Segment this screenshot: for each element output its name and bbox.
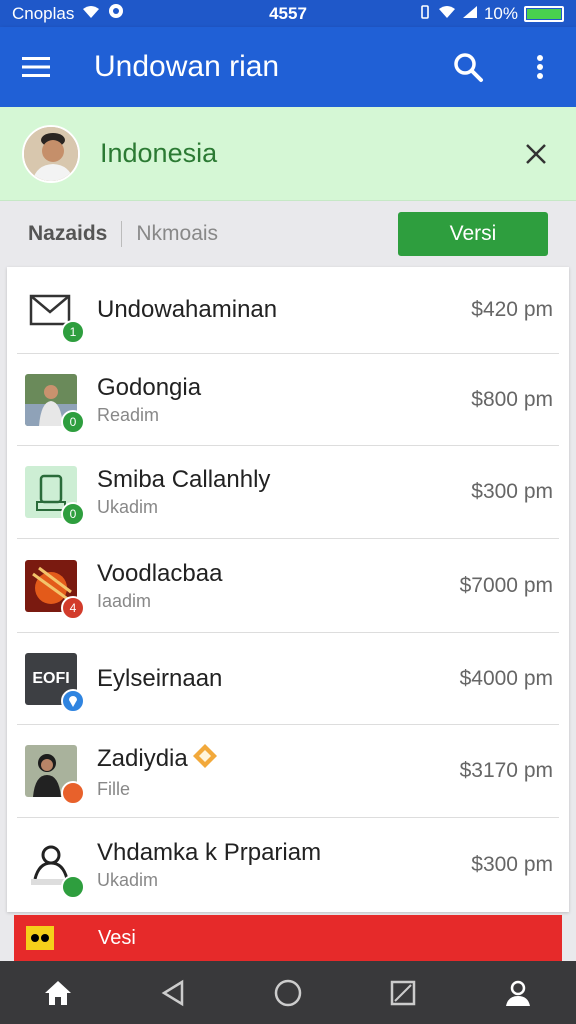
mail-thumbnail: 1 [25, 284, 85, 344]
item-price: $7000 pm [459, 573, 553, 597]
filter-tab-primary[interactable]: Nazaids [28, 222, 107, 246]
app-bar: Undowan rian [0, 27, 576, 107]
food-thumbnail: 4 [25, 559, 85, 620]
item-name: Voodlacbaa [97, 559, 223, 587]
app-title: Undowan rian [94, 50, 280, 83]
item-name: Eylseirnaan [97, 664, 223, 692]
status-badge [61, 875, 85, 899]
photo-thumbnail: 0 [25, 373, 85, 434]
list-item[interactable]: 4 Voodlacbaa Iaadim $7000 pm [17, 539, 559, 633]
home-icon[interactable] [38, 973, 78, 1013]
home-circle-icon[interactable] [268, 973, 308, 1013]
item-price: $420 pm [471, 298, 553, 321]
item-subtitle: Iaadim [97, 590, 152, 611]
list-item[interactable]: Vhdamka k Prpariam Ukadim $300 pm [17, 818, 559, 912]
status-badge: 0 [61, 409, 85, 434]
list-item[interactable]: 1 Undowahaminan $420 pm [17, 267, 559, 354]
item-price: $300 pm [471, 853, 553, 876]
list-item[interactable]: 0 Godongia Readim $800 pm [17, 354, 559, 446]
list-item[interactable]: 0 Smiba Callanhly Ukadim $300 pm [17, 446, 559, 539]
back-icon[interactable] [153, 973, 193, 1013]
more-vert-icon[interactable] [522, 49, 558, 85]
status-badge: 1 [61, 320, 85, 344]
brand-logo-icon [26, 926, 54, 950]
list-item[interactable]: EOFI Eylseirnaan $4000 pm [17, 633, 559, 725]
promo-bar[interactable]: Vesi [14, 915, 562, 961]
promo-label: Vesi [98, 926, 136, 949]
item-name: Godongia [97, 373, 202, 401]
profile-icon[interactable] [498, 973, 538, 1013]
item-price: $800 pm [471, 387, 553, 411]
carrier-label: Cnoplas [12, 3, 75, 23]
recents-icon[interactable] [383, 973, 423, 1013]
item-name: Zadiydia [97, 745, 188, 772]
status-badge: 4 [61, 595, 85, 620]
item-subtitle: Fille [97, 778, 131, 799]
item-subtitle: Ukadim [97, 497, 159, 517]
logo-thumbnail: EOFI [25, 652, 85, 713]
search-icon[interactable] [450, 49, 486, 85]
menu-icon[interactable] [18, 49, 54, 85]
banner-label: Indonesia [100, 138, 218, 168]
item-list: 1 Undowahaminan $420 pm 0 Godongia Readi… [7, 267, 569, 912]
wifi-icon [82, 4, 100, 24]
list-item[interactable]: Zadiydia Fille $3170 pm [17, 725, 559, 818]
app-thumbnail: 0 [25, 466, 85, 526]
battery-percent: 10% [483, 3, 518, 23]
logo-text: EOFI [32, 669, 70, 687]
cell-signal-icon [462, 4, 478, 24]
navigation-bar [0, 961, 576, 1024]
item-name: Vhdamka k Prpariam [97, 839, 322, 866]
versi-button[interactable]: Versi [398, 212, 548, 256]
battery-icon [524, 5, 564, 22]
filter-bar: Nazaids Nkmoais Versi [0, 201, 576, 267]
logo-thumbnail [25, 839, 85, 899]
close-icon[interactable] [518, 136, 554, 172]
region-banner[interactable]: Indonesia [0, 107, 576, 201]
item-subtitle: Ukadim [97, 870, 159, 890]
location-badge [61, 688, 85, 713]
item-price: $300 pm [471, 480, 553, 503]
avatar [22, 124, 80, 183]
wifi-signal-icon [438, 4, 456, 24]
status-badge [61, 781, 85, 805]
item-price: $4000 pm [459, 666, 553, 690]
diamond-icon [192, 743, 218, 776]
item-name: Smiba Callanhly [97, 466, 271, 493]
filter-tab-secondary[interactable]: Nkmoais [136, 222, 218, 246]
status-bar: Cnoplas 4557 10% [0, 0, 576, 27]
item-name: Undowahaminan [97, 296, 278, 323]
filter-divider [121, 221, 123, 247]
status-badge: 0 [61, 502, 85, 526]
notification-icon [108, 3, 124, 24]
item-price: $3170 pm [459, 759, 553, 782]
vibrate-icon [418, 4, 432, 24]
photo-thumbnail [25, 745, 85, 805]
item-subtitle: Readim [97, 404, 160, 425]
